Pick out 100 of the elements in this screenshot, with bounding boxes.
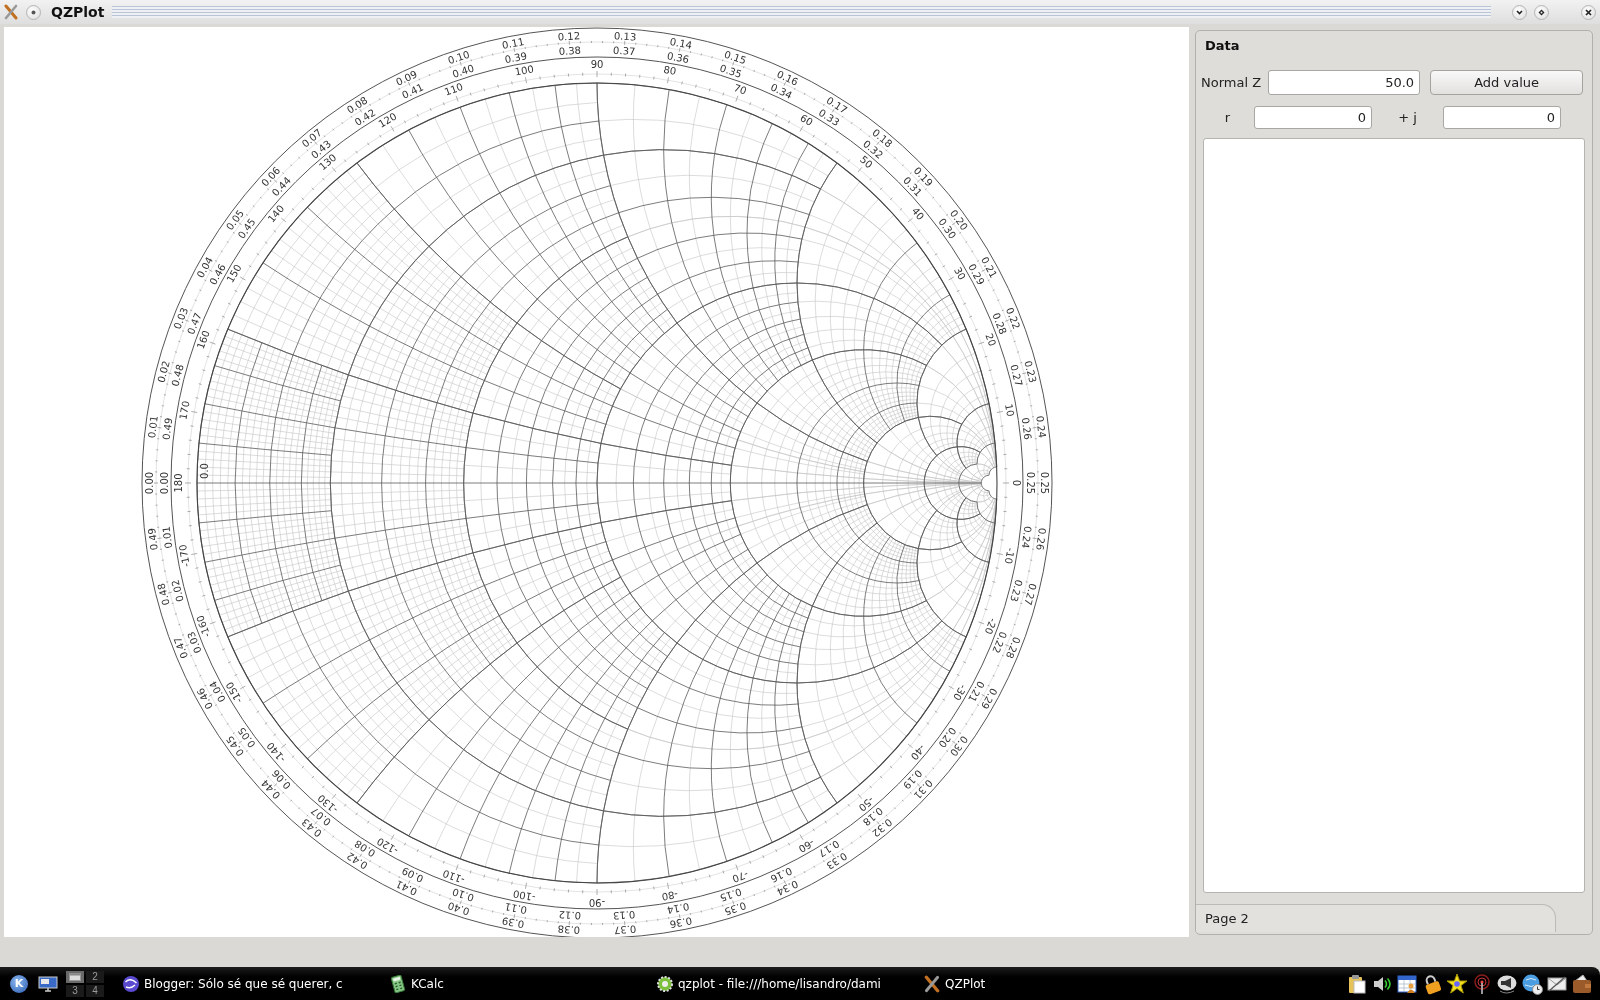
taskbar-task[interactable]: KCalc: [383, 970, 650, 997]
angle-label: -20: [982, 616, 999, 636]
angle-label: 170: [177, 399, 192, 421]
desktop-cell[interactable]: [66, 970, 84, 983]
wavelength-toward-generator-label: 0.00: [144, 471, 155, 495]
star-icon[interactable]: [1446, 972, 1468, 995]
wavelength-toward-load-label: 0.02: [169, 578, 186, 603]
angle-label: -120: [374, 835, 401, 857]
wavelength-toward-load-label: 0.12: [558, 908, 582, 922]
wavelength-toward-load-label: 0.11: [503, 900, 528, 916]
calendar-icon[interactable]: [1396, 972, 1418, 995]
angle-label: 70: [732, 81, 749, 97]
wavelength-toward-generator-label: 0.14: [668, 35, 693, 51]
angle-label: -80: [660, 888, 679, 903]
wavelength-toward-load-label: 0.38: [558, 44, 582, 58]
wavelength-toward-load-label: 0.27: [1008, 363, 1025, 388]
dock-title: Data: [1205, 37, 1240, 55]
angle-label: -70: [730, 868, 750, 885]
close-icon: [1585, 8, 1592, 16]
wallet-icon[interactable]: [1571, 972, 1593, 995]
normal-z-label: Normal Z: [1201, 75, 1262, 90]
angle-label: 80: [662, 63, 678, 77]
angle-label: -10: [1002, 546, 1017, 565]
angle-label: -90: [588, 896, 606, 908]
angle-label: 100: [513, 63, 535, 78]
taskbar-task[interactable]: QZPlot: [917, 970, 1184, 997]
angle-label: 40: [909, 205, 927, 223]
wavelength-toward-load-label: 0.26: [1019, 416, 1034, 441]
taskbar-task[interactable]: Blogger: Sólo sé que sé querer, c: [116, 970, 383, 997]
sticky-button[interactable]: [26, 4, 41, 20]
wavelength-toward-load-label: 0.25: [1024, 471, 1036, 495]
wavelength-toward-generator-label: 0.48: [155, 582, 172, 607]
j-label: + j: [1398, 110, 1417, 125]
window-thumbnail-icon: [69, 972, 81, 981]
desktop-cell[interactable]: 2: [86, 970, 104, 983]
desktop-cell[interactable]: 3: [66, 984, 84, 997]
angle-label: 20: [983, 331, 999, 348]
angle-label: 10: [1003, 402, 1017, 418]
j-field[interactable]: 0: [1443, 106, 1561, 129]
close-button[interactable]: [1581, 4, 1596, 20]
wavelength-toward-generator-label: 0.27: [1022, 582, 1039, 607]
angle-label: 30: [951, 265, 968, 282]
axis-label: 0.0: [198, 463, 210, 479]
wavelength-toward-generator-label: 0.38: [557, 923, 581, 936]
wavelength-toward-generator-label: 0.25: [1039, 471, 1050, 495]
wavelength-toward-load-label: 0.13: [612, 908, 636, 922]
dot-icon: [31, 9, 36, 15]
wavelength-toward-generator-label: 0.23: [1022, 359, 1039, 384]
angle-label: 0: [1010, 479, 1022, 487]
antenna-icon[interactable]: [1471, 972, 1493, 995]
wavelength-toward-generator-label: 0.39: [501, 915, 526, 931]
r-field[interactable]: 0: [1254, 106, 1372, 129]
calculator-icon: [389, 974, 407, 993]
angle-label: 180: [172, 473, 184, 493]
angle-label: 140: [265, 202, 287, 225]
angle-label: 90: [590, 58, 604, 70]
wavelength-toward-load-label: 0.23: [1008, 578, 1025, 603]
taskbar-task[interactable]: qzplot - file:///home/lisandro/dami: [650, 970, 917, 997]
page-tab[interactable]: Page 2: [1196, 904, 1556, 932]
clipboard-icon[interactable]: [1346, 972, 1368, 995]
wavelength-toward-generator-label: 0.49: [146, 527, 160, 551]
chevron-down-icon: [1516, 9, 1523, 15]
normal-z-field[interactable]: 50.0: [1268, 70, 1421, 95]
wavelength-toward-load-label: 0.48: [169, 363, 186, 388]
minimize-button[interactable]: [1512, 4, 1527, 20]
angle-label: 120: [376, 110, 399, 130]
globe-icon: [122, 974, 140, 993]
wavelength-toward-load-label: 0.24: [1019, 525, 1034, 550]
wavelength-toward-generator-label: 0.13: [613, 30, 637, 43]
wavelength-toward-load-label: 0.36: [666, 50, 691, 66]
wavelength-toward-generator-label: 0.01: [146, 415, 160, 439]
x-shape-icon[interactable]: [3, 4, 19, 20]
wavelength-toward-load-label: 0.37: [612, 44, 636, 58]
r-label: r: [1224, 110, 1231, 125]
diamond-icon: [1538, 8, 1545, 16]
wavelength-toward-generator-label: 0.37: [613, 923, 637, 936]
angle-label: 110: [442, 80, 465, 98]
desktop-icon[interactable]: [38, 974, 58, 993]
x-shape-icon[interactable]: [923, 974, 941, 993]
angle-label: -100: [512, 888, 537, 903]
maximize-button[interactable]: [1534, 4, 1549, 20]
wavelength-toward-generator-label: 0.26: [1034, 527, 1048, 551]
wavelength-toward-load-label: 0.01: [160, 525, 175, 550]
wavelength-toward-load-label: 0.00: [158, 471, 170, 495]
angle-label: -60: [796, 837, 817, 855]
wavelength-toward-generator-label: 0.12: [557, 30, 581, 43]
add-value-button[interactable]: Add value: [1430, 70, 1584, 95]
angle-label: -170: [177, 543, 192, 568]
wavelength-toward-load-label: 0.14: [666, 900, 691, 916]
wavelength-toward-generator-label: 0.24: [1034, 415, 1048, 439]
wavelength-toward-load-label: 0.39: [503, 50, 528, 66]
wavelength-toward-generator-label: 0.36: [668, 915, 693, 931]
angle-label: 60: [798, 112, 815, 129]
gear-icon: [656, 974, 674, 993]
desktop-cell[interactable]: 4: [86, 984, 104, 997]
angle-label: -30: [951, 682, 969, 703]
globe-icon[interactable]: [1521, 972, 1543, 995]
wavelength-toward-generator-label: 0.11: [501, 35, 526, 51]
angle-label: -110: [441, 867, 467, 886]
wavelength-toward-load-label: 0.49: [160, 416, 175, 441]
